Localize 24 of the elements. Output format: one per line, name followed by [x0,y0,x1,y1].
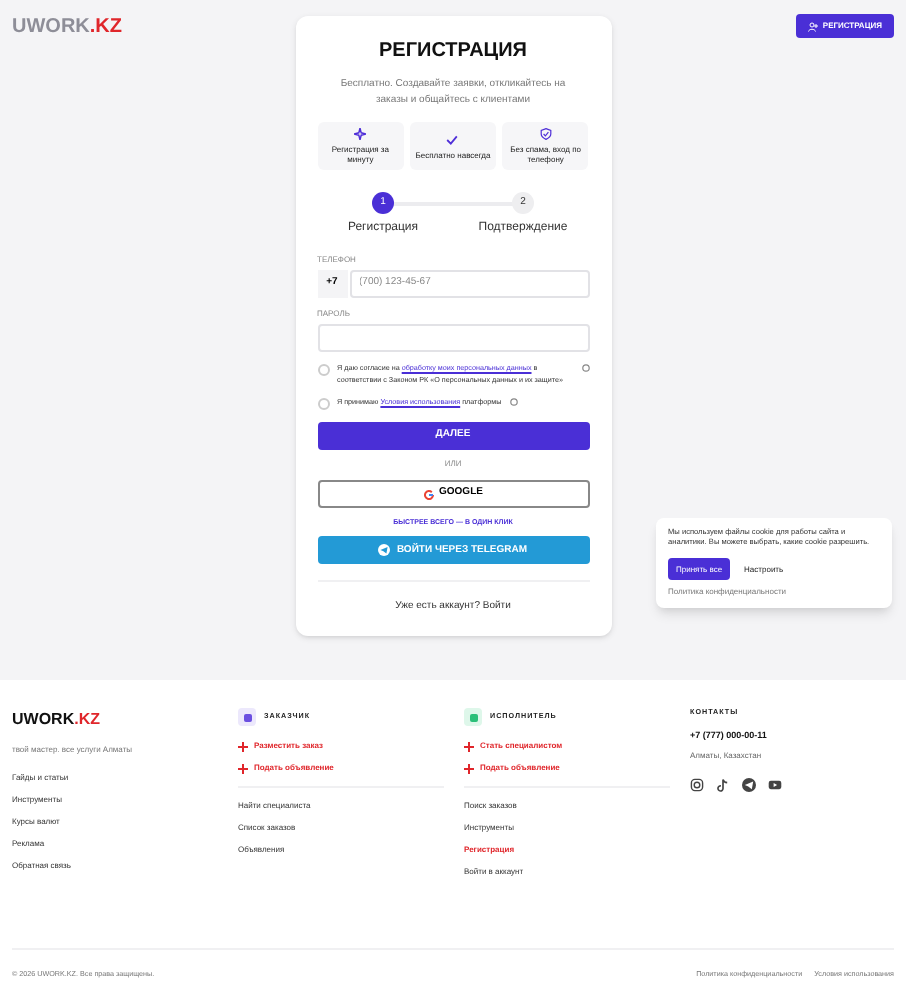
consent-checkbox[interactable] [317,398,329,410]
sparkle-icon [354,128,367,140]
check-icon [446,133,459,145]
plus-icon [238,741,248,751]
worker-icon [464,708,482,726]
client-icon [238,708,256,726]
plus-icon [464,741,474,751]
card-title: РЕГИСТРАЦИЯ [377,38,529,66]
plus-icon [238,763,248,773]
logo[interactable]: UWORK.KZ [12,11,122,41]
camera-icon[interactable] [690,778,704,793]
footer-logo[interactable]: UWORK.KZ [12,708,238,732]
password-field[interactable] [317,324,589,352]
music-note-icon[interactable] [716,778,730,793]
plus-icon [464,763,474,773]
shield-icon [539,128,552,140]
user-plus-icon [808,21,819,31]
telegram-icon[interactable] [742,778,756,793]
consent-checkbox[interactable] [317,364,329,376]
google-icon [423,489,434,499]
telegram-icon [378,544,391,557]
info-icon[interactable] [581,364,589,372]
video-icon[interactable] [768,778,782,793]
info-icon[interactable] [509,398,518,406]
